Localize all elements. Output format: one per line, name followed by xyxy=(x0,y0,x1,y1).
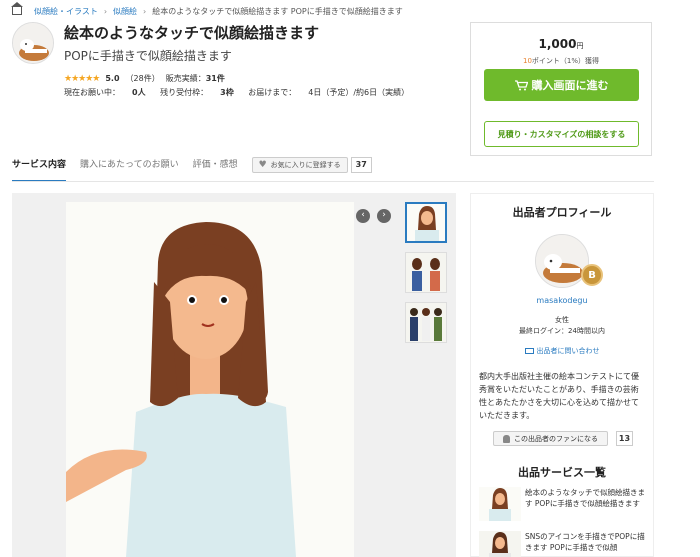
price-value: 1,000 xyxy=(538,37,577,51)
chevron-left-icon: ‹ xyxy=(361,210,365,220)
home-icon[interactable] xyxy=(11,2,23,15)
points-number: 10 xyxy=(522,57,532,65)
seller-gender: 女性 xyxy=(555,316,569,324)
slots-value: 3枠 xyxy=(220,88,234,97)
service-list-item[interactable]: SNSのアイコンを手描きでPOPに描きます POPに手描きで似顔 xyxy=(479,531,649,557)
purchase-box: 1,000円 10ポイント（1%）獲得 購入画面に進む 見積り・カスタマイズの相… xyxy=(470,22,652,156)
mail-icon xyxy=(524,348,534,354)
delivery-label: お届けまで： xyxy=(248,88,297,97)
points-text: ポイント（1%）獲得 xyxy=(531,57,600,65)
seller-description: 都内大手出版社主催の絵本コンテストにて優秀賞をいただいたことがあり、手描きの芸術… xyxy=(479,372,639,420)
delivery-value: 4日（予定）/約6日（実績） xyxy=(308,88,410,97)
star-rating-icon: ★★★★★ xyxy=(64,73,100,84)
service-thumbnail xyxy=(479,531,521,557)
contact-seller-label: 出品者に問い合わせ xyxy=(536,347,600,355)
favorite-count: 37 xyxy=(350,157,372,173)
next-image-button[interactable]: › xyxy=(377,209,391,223)
service-subtitle: POPに手描きで似顔絵描きます xyxy=(64,49,232,63)
breadcrumb-link-illustration[interactable]: 似顔絵・イラスト xyxy=(34,6,98,17)
breadcrumb-link-portrait[interactable]: 似顔絵 xyxy=(113,6,137,17)
profile-heading: 出品者プロフィール xyxy=(512,206,612,219)
tab-reviews[interactable]: 評価・感想 xyxy=(193,154,238,182)
service-title: 絵本のようなタッチで似顔絵描きます xyxy=(64,24,320,42)
contact-seller-link[interactable]: 出品者に問い合わせ xyxy=(471,346,653,356)
chevron-right-icon: › xyxy=(382,210,386,220)
buy-button[interactable]: 購入画面に進む xyxy=(484,69,639,101)
requests-label: 現在お願い中： xyxy=(64,88,120,97)
seller-profile-panel: 出品者プロフィール B masakodegu 女性 最終ログイン：24時間以内 … xyxy=(470,193,654,557)
buy-button-label: 購入画面に進む xyxy=(531,79,609,92)
tab-bar: サービス内容 購入にあたってのお願い 評価・感想 ♥ お気に入りに登録する 37 xyxy=(12,154,372,182)
status-row: 現在お願い中： 0人 残り受付枠： 3枠 お届けまで： 4日（予定）/約6日（実績） xyxy=(64,87,433,98)
seller-avatar[interactable] xyxy=(12,22,54,64)
tab-service-content[interactable]: サービス内容 xyxy=(12,154,67,182)
price-unit: 円 xyxy=(576,42,584,50)
consult-button[interactable]: 見積り・カスタマイズの相談をする xyxy=(484,121,639,147)
favorite-button[interactable]: ♥ お気に入りに登録する xyxy=(251,157,348,173)
price: 1,000円 xyxy=(471,37,651,51)
chevron-right-icon: › xyxy=(103,6,108,16)
breadcrumb: 似顔絵・イラスト › 似顔絵 › 絵本のようなタッチで似顔絵描きます POPに手… xyxy=(11,2,403,18)
slots-label: 残り受付枠： xyxy=(160,88,209,97)
service-list-heading: 出品サービス一覧 xyxy=(518,466,606,479)
points-earned: 10ポイント（1%）獲得 xyxy=(471,56,651,66)
thumbnail-1[interactable] xyxy=(405,202,447,243)
requests-value: 0人 xyxy=(132,88,146,97)
rating-value: 5.0 xyxy=(105,74,120,83)
fan-count: 13 xyxy=(616,431,633,446)
review-count[interactable]: （28件） xyxy=(126,73,160,84)
person-icon xyxy=(503,434,510,443)
rating-row: ★★★★★ 5.0 （28件） 販売実績： 31件 xyxy=(64,73,225,84)
become-fan-label: この出品者のファンになる xyxy=(514,434,598,443)
main-image[interactable] xyxy=(66,202,354,557)
breadcrumb-current: 絵本のようなタッチで似顔絵描きます POPに手描きで似顔絵描きます xyxy=(152,6,403,16)
seller-name[interactable]: masakodegu xyxy=(471,296,653,305)
tab-divider xyxy=(12,181,654,182)
sales-value: 31件 xyxy=(205,74,225,83)
service-thumbnail xyxy=(479,487,521,521)
thumbnail-2[interactable] xyxy=(405,252,447,293)
prev-image-button[interactable]: ‹ xyxy=(356,209,370,223)
seller-rank-badge: B xyxy=(581,264,603,286)
tab-purchase-notes[interactable]: 購入にあたってのお願い xyxy=(80,154,179,182)
service-list-item-title: 絵本のようなタッチで似顔絵描きます POPに手描きで似顔絵描きます xyxy=(525,488,645,508)
cart-icon xyxy=(514,79,528,90)
service-list-item[interactable]: 絵本のようなタッチで似顔絵描きます POPに手描きで似顔絵描きます xyxy=(479,487,649,523)
heart-icon: ♥ xyxy=(258,160,267,170)
thumbnail-3[interactable] xyxy=(405,302,447,343)
service-list-item-title: SNSのアイコンを手描きでPOPに描きます POPに手描きで似顔 xyxy=(525,532,645,552)
seller-last-login: 最終ログイン：24時間以内 xyxy=(519,327,605,335)
favorite-label: お気に入りに登録する xyxy=(270,161,341,169)
sales-label: 販売実績： xyxy=(165,74,206,83)
become-fan-button[interactable]: この出品者のファンになる xyxy=(493,431,608,446)
seller-profile-avatar[interactable] xyxy=(535,234,589,288)
chevron-right-icon: › xyxy=(143,6,147,16)
